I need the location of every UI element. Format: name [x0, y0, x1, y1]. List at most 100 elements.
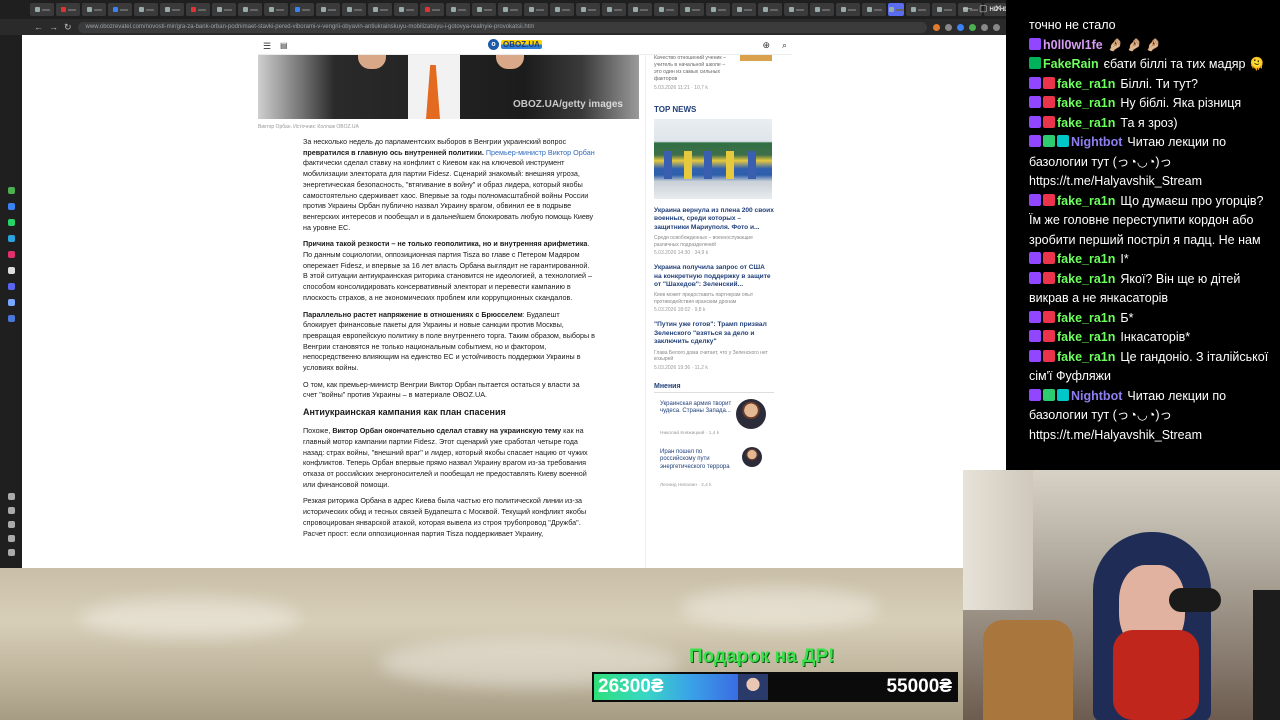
browser-tab[interactable]	[576, 3, 600, 16]
opinion-item[interactable]: Иран пошел по российскому пути энергетич…	[654, 445, 774, 497]
sidebar-tool-icon[interactable]	[8, 535, 15, 542]
forward-icon[interactable]: →	[49, 22, 58, 32]
browser-tab[interactable]	[932, 3, 956, 16]
chat-username[interactable]: fake_ra1n	[1057, 116, 1115, 130]
extension-icon[interactable]	[981, 23, 988, 31]
sidebar-app-icon[interactable]	[8, 203, 15, 210]
browser-tab[interactable]	[394, 3, 418, 16]
browser-tab[interactable]	[134, 3, 158, 16]
close-button[interactable]: ✕	[994, 3, 1002, 14]
minimize-button[interactable]: —	[963, 3, 972, 14]
site-logo[interactable]: o OBOZ.UA	[488, 39, 542, 50]
sidebar-tool-icon[interactable]	[8, 549, 15, 556]
back-icon[interactable]: ←	[34, 22, 43, 32]
sidebar-app-icon[interactable]	[8, 235, 15, 242]
chat-badge-icon	[1043, 330, 1055, 342]
browser-tab[interactable]	[342, 3, 366, 16]
browser-tab[interactable]	[628, 3, 652, 16]
news-item[interactable]: "Путин уже готов": Трамп призвал Зеленск…	[654, 321, 774, 370]
sidebar-app-icon[interactable]	[8, 315, 15, 322]
chat-username[interactable]: fake_ra1n	[1057, 350, 1115, 364]
tab-favicon-icon	[60, 7, 66, 12]
extension-icon[interactable]	[969, 23, 976, 31]
browser-tab[interactable]	[238, 3, 262, 16]
address-bar[interactable]: www.obozrevatel.com/novosti-mir/gra-za-b…	[77, 21, 927, 33]
tab-label-line	[743, 8, 752, 11]
news-photo[interactable]	[654, 119, 772, 199]
news-title[interactable]: Украина вернула из плена 200 своих военн…	[654, 207, 774, 232]
sidebar-tool-icon[interactable]	[8, 507, 15, 514]
chat-username[interactable]: h0ll0wl1fe	[1043, 38, 1103, 52]
flag-shape	[704, 151, 712, 179]
sidebar-tool-icon[interactable]	[8, 521, 15, 528]
browser-tab[interactable]	[82, 3, 106, 16]
tab-active[interactable]	[888, 3, 904, 16]
chat-username[interactable]: fake_ra1n	[1057, 77, 1115, 91]
browser-tab[interactable]	[524, 3, 548, 16]
sidebar-tool-icon[interactable]	[8, 493, 15, 500]
browser-tab[interactable]	[212, 3, 236, 16]
browser-tab[interactable]	[316, 3, 340, 16]
browser-tab[interactable]	[264, 3, 288, 16]
article-link[interactable]: Премьер-министр Виктор Орбан	[484, 148, 595, 157]
chat-username[interactable]: fake_ra1n	[1057, 252, 1115, 266]
chat-username[interactable]: fake_ra1n	[1057, 330, 1115, 344]
profile-icon[interactable]	[993, 23, 1000, 31]
extension-icon[interactable]	[945, 23, 952, 31]
sidebar-app-icon[interactable]	[8, 251, 15, 258]
sidebar-app-icon[interactable]	[8, 299, 15, 306]
opinions-heading: Мнения	[654, 383, 774, 393]
menu-icon[interactable]: ☰	[263, 41, 271, 52]
browser-tab[interactable]	[732, 3, 756, 16]
chat-username[interactable]: Nightbot	[1071, 389, 1122, 403]
browser-tab[interactable]	[784, 3, 808, 16]
browser-tab[interactable]	[420, 3, 444, 16]
tab-favicon-icon	[164, 7, 170, 12]
browser-tab[interactable]	[472, 3, 496, 16]
chair-shape	[983, 620, 1073, 720]
chat-badge-icon	[1029, 115, 1041, 128]
chat-username[interactable]: fake_ra1n	[1057, 311, 1115, 325]
news-title[interactable]: Украина получила запрос от США на конкре…	[654, 264, 774, 289]
browser-tab[interactable]	[498, 3, 522, 16]
sidebar-app-icon[interactable]	[8, 283, 15, 290]
browser-tab[interactable]	[836, 3, 860, 16]
browser-tab[interactable]	[550, 3, 574, 16]
browser-tab[interactable]	[56, 3, 80, 16]
browser-tab[interactable]	[654, 3, 678, 16]
news-item[interactable]: Украина получила запрос от США на конкре…	[654, 264, 774, 313]
browser-tab[interactable]	[446, 3, 470, 16]
sidebar-app-icon[interactable]	[8, 267, 15, 274]
browser-tab[interactable]	[906, 3, 930, 16]
browser-tab[interactable]	[758, 3, 782, 16]
chat-username[interactable]: fake_ra1n	[1057, 272, 1115, 286]
browser-tab[interactable]	[706, 3, 730, 16]
browser-tab[interactable]	[30, 3, 54, 16]
sidebar-teaser[interactable]: Качество отношений ученик – учитель в на…	[654, 55, 774, 91]
chat-username[interactable]: fake_ra1n	[1057, 96, 1115, 110]
browser-tab[interactable]	[108, 3, 132, 16]
chat-username[interactable]: Nightbot	[1071, 135, 1122, 149]
reload-icon[interactable]: ↻	[64, 22, 72, 33]
browser-tab[interactable]	[862, 3, 886, 16]
opinion-item[interactable]: Украинская армия творит чудеса. Страны З…	[654, 393, 774, 445]
browser-tab[interactable]	[810, 3, 834, 16]
browser-tab[interactable]	[186, 3, 210, 16]
search-icon[interactable]: ⌕	[782, 40, 787, 51]
language-globe-icon[interactable]: ⊕	[762, 40, 770, 51]
news-item[interactable]: Украина вернула из плена 200 своих военн…	[654, 207, 774, 256]
browser-tab[interactable]	[680, 3, 704, 16]
browser-tab[interactable]	[290, 3, 314, 16]
chat-username[interactable]: FakeRain	[1043, 57, 1099, 71]
maximize-button[interactable]: ▢	[979, 3, 988, 14]
extension-icon[interactable]	[957, 23, 964, 31]
browser-tab[interactable]	[368, 3, 392, 16]
news-title[interactable]: "Путин уже готов": Трамп призвал Зеленск…	[654, 321, 774, 346]
extension-icon[interactable]	[933, 23, 940, 31]
sidebar-app-icon[interactable]	[8, 219, 15, 226]
browser-tab[interactable]	[602, 3, 626, 16]
sidebar-app-icon[interactable]	[8, 187, 15, 194]
browser-tab[interactable]	[160, 3, 184, 16]
bookmark-icon[interactable]: ▤	[280, 41, 288, 50]
chat-username[interactable]: fake_ra1n	[1057, 194, 1115, 208]
